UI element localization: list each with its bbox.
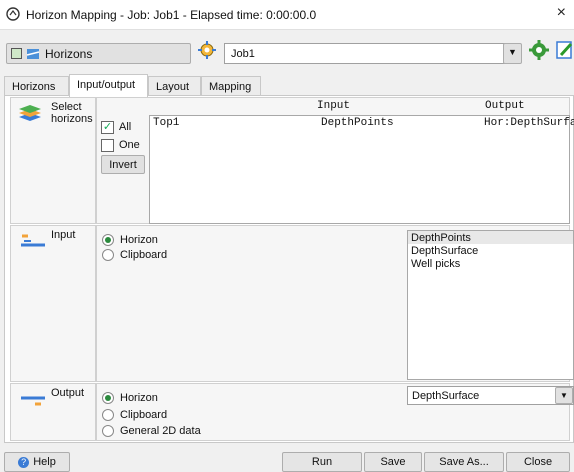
title-bar: Horizon Mapping - Job: Job1 - Elapsed ti… (0, 0, 574, 30)
input-icon (21, 234, 45, 247)
save-as-button[interactable]: Save As... (424, 452, 504, 472)
input-controls: Horizon Clipboard DepthPoints DepthSurfa… (96, 225, 574, 382)
input-clipboard-label: Clipboard (120, 249, 168, 261)
horizons-icon (26, 49, 40, 59)
list-item[interactable]: DepthPoints (408, 231, 573, 244)
job-field[interactable]: Job1 (224, 43, 514, 64)
output-clipboard-label: Clipboard (120, 409, 168, 421)
select-horizons-label: Select horizons (51, 101, 93, 125)
run-button[interactable]: Run (282, 452, 362, 472)
horizon-name: Top1 (153, 117, 180, 129)
help-button[interactable]: ? Help (4, 452, 70, 472)
input-type-list[interactable]: DepthPoints DepthSurface Well picks (407, 230, 574, 380)
help-label: Help (33, 456, 56, 468)
job-name: Job1 (231, 48, 255, 60)
output-section: Output (10, 383, 96, 441)
all-checkbox[interactable]: ✓ (101, 121, 114, 134)
all-label: All (119, 121, 132, 133)
input-column-header: Input (317, 100, 351, 112)
input-horizon-radio[interactable] (102, 234, 114, 246)
job-settings-icon[interactable] (196, 39, 218, 61)
select-horizons-controls: ✓ All One Invert Input Output Top1 Depth… (96, 97, 574, 224)
list-item[interactable]: DepthSurface (408, 244, 573, 257)
output-2d-radio[interactable] (102, 425, 114, 437)
tab-horizons[interactable]: Horizons (4, 76, 69, 96)
input-output-panel: Select horizons ✓ All One Invert Input O… (4, 95, 574, 443)
invert-button[interactable]: Invert (101, 155, 145, 174)
output-type-value: DepthSurface (412, 390, 480, 402)
layers-icon (19, 105, 41, 121)
gear-icon[interactable] (528, 39, 550, 61)
app-icon (6, 7, 20, 21)
horizon-input: DepthPoints (321, 117, 394, 129)
help-icon: ? (18, 457, 30, 468)
tab-input-output[interactable]: Input/output (69, 74, 148, 97)
horizon-output: Hor:DepthSurfa (484, 117, 574, 129)
module-label: Horizons (45, 47, 93, 61)
output-controls: Horizon Clipboard General 2D data DepthS… (96, 383, 574, 441)
select-horizons-section: Select horizons (10, 97, 96, 224)
output-label: Output (51, 387, 85, 399)
output-horizon-label: Horizon (120, 392, 158, 404)
one-checkbox[interactable] (101, 139, 114, 152)
window-title: Horizon Mapping - Job: Job1 - Elapsed ti… (26, 8, 317, 22)
input-label: Input (51, 229, 76, 241)
module-selector[interactable]: Horizons (6, 43, 191, 64)
tab-layout[interactable]: Layout (148, 76, 201, 96)
list-item-label: DepthSurface (411, 245, 479, 257)
one-label: One (119, 139, 140, 151)
output-icon (21, 396, 45, 406)
tab-mapping[interactable]: Mapping (201, 76, 261, 96)
horizon-list[interactable]: Top1 DepthPoints Hor:DepthSurfa (149, 115, 574, 224)
output-column-header: Output (485, 100, 525, 112)
tab-bar: Horizons Input/output Layout Mapping (0, 74, 574, 97)
chevron-down-icon: ▼ (508, 47, 517, 57)
output-horizon-radio[interactable] (102, 392, 114, 404)
input-clipboard-radio[interactable] (102, 249, 114, 261)
input-section: Input (10, 225, 96, 382)
input-horizon-label: Horizon (120, 234, 158, 246)
close-button[interactable]: Close (506, 452, 570, 472)
list-item-label: DepthPoints (411, 232, 471, 244)
edit-icon[interactable] (555, 39, 574, 61)
output-2d-label: General 2D data (120, 425, 201, 437)
output-type-select[interactable]: DepthSurface ▼ (407, 386, 574, 405)
chevron-down-icon[interactable]: ▼ (555, 387, 573, 404)
save-button[interactable]: Save (364, 452, 422, 472)
list-item[interactable]: Well picks (408, 257, 573, 270)
module-toggle-icon (11, 48, 22, 59)
table-row[interactable]: Top1 DepthPoints Hor:DepthSurfa (150, 116, 574, 130)
job-dropdown-button[interactable]: ▼ (503, 43, 522, 64)
list-item-label: Well picks (411, 258, 461, 270)
window-close-button[interactable]: × (557, 4, 566, 22)
toolbar: Horizons Job1 ▼ (0, 30, 574, 66)
output-clipboard-radio[interactable] (102, 409, 114, 421)
